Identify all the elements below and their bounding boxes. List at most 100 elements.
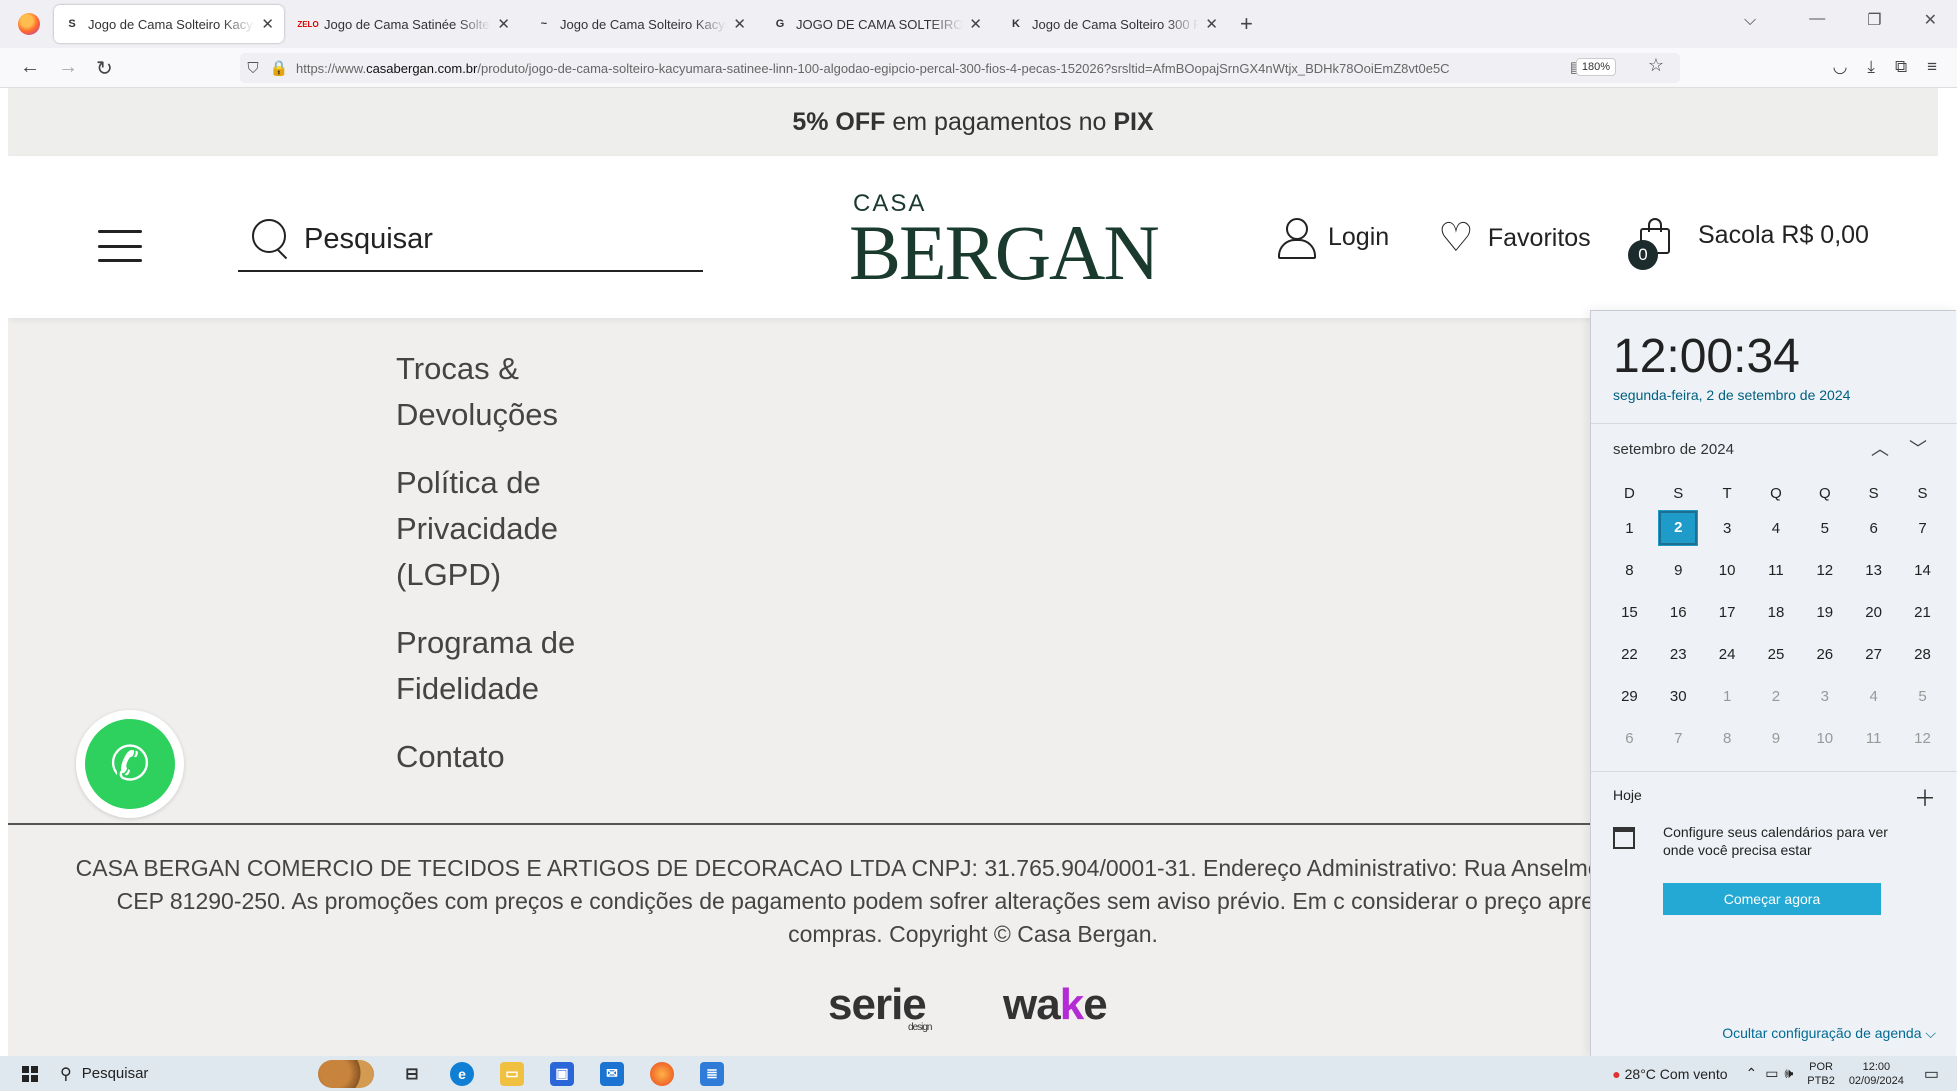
file-explorer-icon[interactable]: ▭ <box>500 1061 524 1086</box>
calendar-day[interactable]: 29 <box>1605 688 1654 705</box>
chevron-down-icon[interactable]: ﹀ <box>1909 435 1927 461</box>
download-icon[interactable]: ⤓ <box>1867 57 1875 77</box>
close-window-icon[interactable]: ✕ <box>1924 10 1937 30</box>
notification-icon[interactable]: ▭ <box>1924 1064 1939 1084</box>
calendar-day[interactable]: 4 <box>1752 520 1801 537</box>
calendar-day[interactable]: 7 <box>1898 520 1947 537</box>
full-date-link[interactable]: segunda-feira, 2 de setembro de 2024 <box>1613 387 1850 403</box>
calendar-day[interactable]: 19 <box>1800 604 1849 621</box>
footer-link-fidelidade[interactable]: Programa de Fidelidade <box>396 620 636 712</box>
calendar-day[interactable]: 11 <box>1849 730 1898 747</box>
network-icon[interactable]: ▭ <box>1765 1065 1778 1082</box>
wake-logo[interactable]: wake <box>1003 980 1108 1030</box>
calendar-day[interactable]: 18 <box>1752 604 1801 621</box>
calendar-day[interactable]: 9 <box>1752 730 1801 747</box>
search-icon[interactable] <box>252 219 292 259</box>
url-bar[interactable]: ⛉ 🔒 https://www.casabergan.com.br/produt… <box>240 53 1680 83</box>
coconut-icon[interactable] <box>318 1059 374 1088</box>
new-tab-button[interactable]: + <box>1240 11 1253 37</box>
login-link[interactable]: Login <box>1278 218 1389 259</box>
search-input[interactable]: Pesquisar <box>238 208 703 272</box>
calendar-day[interactable]: 9 <box>1654 562 1703 579</box>
calendar-day[interactable]: 26 <box>1800 646 1849 663</box>
calendar-day[interactable]: 14 <box>1898 562 1947 579</box>
lock-icon[interactable]: 🔒 <box>266 59 292 77</box>
tab-close-icon[interactable]: ✕ <box>1205 15 1218 33</box>
zoom-level-badge[interactable]: 180% <box>1575 58 1616 76</box>
extensions-icon[interactable]: ⧉ <box>1895 57 1907 77</box>
tab-list-chevron-icon[interactable]: ⌵ <box>1744 12 1756 30</box>
calendar-day[interactable]: 20 <box>1849 604 1898 621</box>
tab-close-icon[interactable]: ✕ <box>969 15 982 33</box>
serie-design-logo[interactable]: serie design <box>828 980 932 1033</box>
firefox-icon[interactable] <box>18 13 40 35</box>
restore-icon[interactable]: ❐ <box>1867 10 1881 30</box>
taskbar-clock[interactable]: 12:00 02/09/2024 <box>1849 1060 1904 1088</box>
calendar-day[interactable]: 11 <box>1752 562 1801 579</box>
calendar-day[interactable]: 24 <box>1703 646 1752 663</box>
search-placeholder[interactable]: Pesquisar <box>304 223 433 256</box>
browser-tab[interactable]: ZELO Jogo de Cama Satinée Solteiro ✕ <box>290 5 520 43</box>
calendar-day[interactable]: 16 <box>1654 604 1703 621</box>
mail-icon[interactable]: ✉ <box>600 1061 624 1086</box>
calendar-day[interactable]: 3 <box>1703 520 1752 537</box>
calendar-day[interactable]: 2 <box>1752 688 1801 705</box>
chevron-up-icon[interactable]: ⌃ <box>1746 1065 1758 1082</box>
tab-close-icon[interactable]: ✕ <box>733 15 746 33</box>
start-now-button[interactable]: Começar agora <box>1663 883 1881 915</box>
calendar-day[interactable]: 21 <box>1898 604 1947 621</box>
calendar-day[interactable]: 3 <box>1800 688 1849 705</box>
add-event-icon[interactable]: ＋ <box>1914 781 1936 813</box>
browser-tab[interactable]: K Jogo de Cama Solteiro 300 Fios ✕ <box>998 5 1228 43</box>
calendar-day[interactable]: 8 <box>1605 562 1654 579</box>
calendar-day[interactable]: 25 <box>1752 646 1801 663</box>
firefox-taskbar-icon[interactable] <box>650 1061 674 1086</box>
weather-widget[interactable]: ● 28°C Com vento <box>1612 1066 1727 1082</box>
calendar-day[interactable]: 5 <box>1898 688 1947 705</box>
footer-link-privacidade[interactable]: Política de Privacidade (LGPD) <box>396 460 636 598</box>
calendar-day[interactable]: 28 <box>1898 646 1947 663</box>
taskbar-search[interactable]: ⚲ Pesquisar <box>60 1056 330 1091</box>
browser-tab[interactable]: S Jogo de Cama Solteiro Kacyumara ✕ <box>54 5 284 43</box>
calendar-day[interactable]: 27 <box>1849 646 1898 663</box>
shield-icon[interactable]: ⛉ <box>240 60 266 77</box>
whatsapp-button[interactable]: ✆ <box>76 710 184 818</box>
volume-icon[interactable]: 🕪 <box>1784 1065 1793 1082</box>
browser-tab[interactable]: G JOGO DE CAMA SOLTEIRO 300 FIOS ✕ <box>762 5 992 43</box>
url-text[interactable]: https://www.casabergan.com.br/produto/jo… <box>296 61 1596 76</box>
calendar-day[interactable]: 22 <box>1605 646 1654 663</box>
calendar-day[interactable]: 23 <box>1654 646 1703 663</box>
tab-close-icon[interactable]: ✕ <box>497 15 510 33</box>
tab-close-icon[interactable]: ✕ <box>261 15 274 33</box>
pocket-icon[interactable]: ◡ <box>1833 57 1848 77</box>
calendar-day[interactable]: 6 <box>1605 730 1654 747</box>
windows-start-icon[interactable] <box>22 1065 38 1082</box>
edge-icon[interactable]: e <box>450 1061 474 1086</box>
calendar-day[interactable]: 30 <box>1654 688 1703 705</box>
language-indicator[interactable]: POR PTB2 <box>1807 1060 1835 1088</box>
calendar-day[interactable]: 12 <box>1800 562 1849 579</box>
browser-tab[interactable]: ~ Jogo de Cama Solteiro Kacyumara ✕ <box>526 5 756 43</box>
casa-bergan-logo[interactable]: CASA BERGAN <box>843 190 1160 296</box>
calendar-day[interactable]: 4 <box>1849 688 1898 705</box>
bookmark-star-icon[interactable]: ☆ <box>1648 55 1664 76</box>
forward-arrow-icon[interactable]: → <box>58 56 78 79</box>
calendar-day[interactable]: 10 <box>1703 562 1752 579</box>
calendar-day[interactable]: 5 <box>1800 520 1849 537</box>
calendar-day[interactable]: 1 <box>1703 688 1752 705</box>
hide-agenda-link[interactable]: Ocultar configuração de agenda ⌵ <box>1722 1025 1936 1042</box>
whatsapp-icon[interactable]: ✆ <box>85 719 175 809</box>
document-app-icon[interactable]: ≣ <box>700 1061 724 1086</box>
calendar-day[interactable]: 12 <box>1898 730 1947 747</box>
chevron-up-icon[interactable]: ︿ <box>1871 435 1889 461</box>
calendar-day[interactable]: 8 <box>1703 730 1752 747</box>
calendar-day[interactable]: 13 <box>1849 562 1898 579</box>
favorites-link[interactable]: ♡ Favoritos <box>1438 218 1591 258</box>
task-view-icon[interactable]: ⊟ <box>400 1062 424 1086</box>
calendar-day[interactable]: 15 <box>1605 604 1654 621</box>
footer-link-contato[interactable]: Contato <box>396 734 636 780</box>
calendar-day-today[interactable]: 2 <box>1654 510 1703 546</box>
reload-icon[interactable]: ↻ <box>96 56 113 81</box>
minimize-icon[interactable]: — <box>1809 10 1825 30</box>
calendar-day[interactable]: 7 <box>1654 730 1703 747</box>
